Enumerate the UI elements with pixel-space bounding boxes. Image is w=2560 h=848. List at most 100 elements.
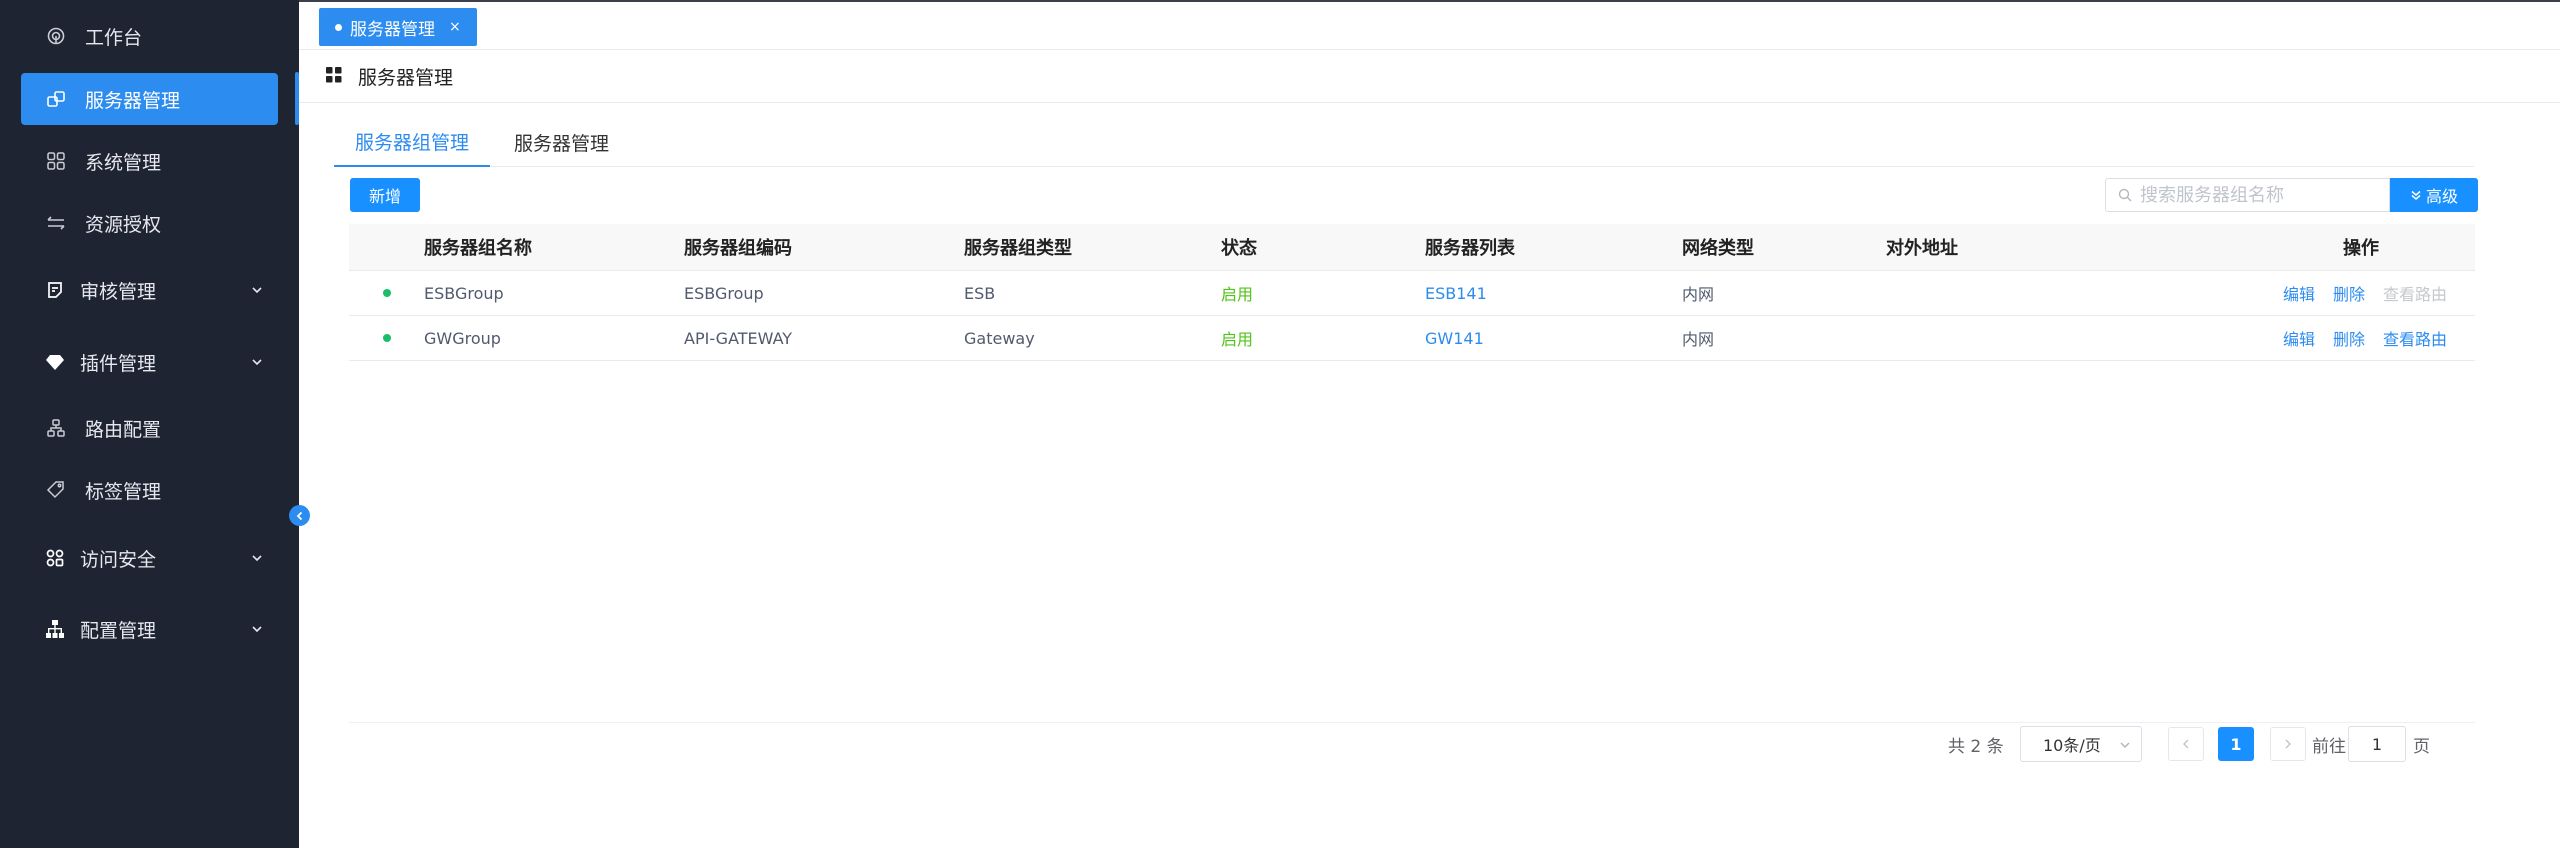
table-header-cell: 操作 <box>2343 238 2379 259</box>
open-tab-label: 服务器管理 <box>350 19 435 40</box>
sidebar-item-label: 路由配置 <box>85 418 162 441</box>
chevron-down-icon <box>252 359 262 366</box>
table-header-cell: 服务器组编码 <box>684 238 792 259</box>
cell-server-list-link[interactable]: GW141 <box>1425 329 1682 348</box>
security-icon <box>44 547 66 569</box>
sidebar-collapse-button[interactable] <box>289 505 310 526</box>
prev-page-button[interactable] <box>2168 727 2204 761</box>
chevron-left-icon <box>2183 739 2189 749</box>
sidebar-item-route-config[interactable]: 路由配置 <box>21 402 278 454</box>
tag-icon <box>45 479 67 501</box>
cell-type: ESB <box>964 283 996 303</box>
page-header: 服务器管理 <box>299 51 2560 103</box>
table-row[interactable]: ESBGroup ESBGroup ESB 启用 ESB141 内网 编辑 删除… <box>349 271 2475 316</box>
view-route-button[interactable]: 查看路由 <box>2383 326 2447 350</box>
org-icon <box>44 618 66 640</box>
cell-name: GWGroup <box>424 328 501 348</box>
close-icon[interactable]: × <box>449 19 461 35</box>
sidebar-item-resource-auth[interactable]: 资源授权 <box>21 197 278 249</box>
search-icon <box>2118 188 2132 202</box>
grid-icon <box>326 67 342 83</box>
pagination-total: 共 2 条 <box>1948 736 2004 757</box>
table-header-cell: 状态 <box>1221 238 1257 259</box>
status-dot-icon <box>382 334 391 342</box>
advanced-label: 高级 <box>2425 187 2458 206</box>
table-header-cell: 服务器组名称 <box>424 238 532 259</box>
content-tabs: 服务器组管理 服务器管理 <box>334 118 2474 167</box>
cell-code: ESBGroup <box>684 283 764 303</box>
diamond-icon <box>44 351 66 373</box>
next-page-button[interactable] <box>2270 727 2306 761</box>
sidebar-item-label: 标签管理 <box>85 480 162 503</box>
sidebar-item-label: 配置管理 <box>80 619 157 642</box>
table-row[interactable]: GWGroup API-GATEWAY Gateway 启用 GW141 内网 … <box>349 316 2475 361</box>
sidebar-item-label: 系统管理 <box>85 151 162 174</box>
page-number-button[interactable]: 1 <box>2218 727 2254 761</box>
open-tab-server-management[interactable]: 服务器管理 × <box>319 8 477 46</box>
sidebar-item-audit-management[interactable]: 审核管理 <box>21 264 278 316</box>
table-header-cell: 服务器组类型 <box>964 238 1072 259</box>
table-header-cell: 网络类型 <box>1682 238 1754 259</box>
sidebar-item-label: 服务器管理 <box>85 89 181 112</box>
delete-button[interactable]: 删除 <box>2333 281 2365 305</box>
tab-server-group-management[interactable]: 服务器组管理 <box>334 118 490 167</box>
route-icon <box>45 417 67 439</box>
delete-button[interactable]: 删除 <box>2333 326 2365 350</box>
sidebar-item-label: 插件管理 <box>80 352 157 375</box>
table-footer-divider <box>349 722 2475 723</box>
page-size-select[interactable]: 10条/页 <box>2020 726 2142 762</box>
sidebar-item-label: 资源授权 <box>85 213 162 236</box>
cell-actions: 编辑 删除 查看路由 <box>2186 281 2475 305</box>
cell-network: 内网 <box>1682 330 1715 349</box>
server-icon <box>45 88 67 110</box>
chevron-right-icon <box>2285 739 2291 749</box>
chevron-down-icon <box>252 626 262 633</box>
chevron-left-icon <box>296 511 302 520</box>
audit-icon <box>44 279 66 301</box>
view-route-button: 查看路由 <box>2382 285 2447 304</box>
chevron-down-icon <box>252 287 262 294</box>
chevron-down-icon <box>252 555 262 562</box>
sidebar: 工作台 服务器管理 系统管理 资源授权 审核管理 插件管理 路由配置 标签管理 … <box>0 0 299 848</box>
server-group-table: 服务器组名称 服务器组编码 服务器组类型 状态 服务器列表 网络类型 对外地址 … <box>349 224 2475 361</box>
sidebar-item-label: 审核管理 <box>80 280 157 303</box>
sidebar-item-server-management[interactable]: 服务器管理 <box>21 73 278 125</box>
cell-server-list-link[interactable]: ESB141 <box>1425 284 1682 303</box>
transfer-icon <box>45 212 67 234</box>
edit-button[interactable]: 编辑 <box>2283 281 2315 305</box>
goto-label: 前往 <box>2312 736 2346 757</box>
tab-server-management[interactable]: 服务器管理 <box>514 118 609 167</box>
sidebar-item-label: 访问安全 <box>80 548 157 571</box>
page-size-value: 10条/页 <box>2043 736 2101 755</box>
sidebar-item-access-security[interactable]: 访问安全 <box>21 532 278 584</box>
apps-icon <box>45 150 67 172</box>
table-header: 服务器组名称 服务器组编码 服务器组类型 状态 服务器列表 网络类型 对外地址 … <box>349 224 2475 271</box>
sidebar-item-tag-management[interactable]: 标签管理 <box>21 464 278 516</box>
cell-type: Gateway <box>964 328 1035 348</box>
active-dot-icon <box>335 23 342 31</box>
add-button[interactable]: 新增 <box>350 178 420 212</box>
goto-page-input[interactable] <box>2348 726 2406 762</box>
advanced-search-button[interactable]: 高级 <box>2390 178 2478 212</box>
cell-status: 启用 <box>1221 285 1254 304</box>
status-dot-cell <box>349 289 424 297</box>
sidebar-item-dashboard[interactable]: 工作台 <box>21 10 278 62</box>
cell-name: ESBGroup <box>424 283 504 303</box>
goto-suffix: 页 <box>2413 736 2430 757</box>
cell-code: API-GATEWAY <box>684 328 793 348</box>
tag-bar: 服务器管理 × <box>299 0 2560 50</box>
sidebar-item-label: 工作台 <box>85 26 143 49</box>
double-chevron-down-icon <box>2411 190 2421 200</box>
status-dot-cell <box>349 334 424 342</box>
sidebar-item-system-management[interactable]: 系统管理 <box>21 135 278 187</box>
edit-button[interactable]: 编辑 <box>2283 326 2315 350</box>
cell-network: 内网 <box>1682 285 1715 304</box>
chevron-down-icon <box>2120 742 2130 748</box>
status-dot-icon <box>382 289 391 297</box>
cell-status: 启用 <box>1221 330 1254 349</box>
sidebar-item-config-management[interactable]: 配置管理 <box>21 603 278 655</box>
dashboard-icon <box>45 25 67 47</box>
cell-actions: 编辑 删除 查看路由 <box>2186 326 2475 350</box>
search-input[interactable] <box>2140 184 2380 206</box>
sidebar-item-plugin-management[interactable]: 插件管理 <box>21 336 278 388</box>
